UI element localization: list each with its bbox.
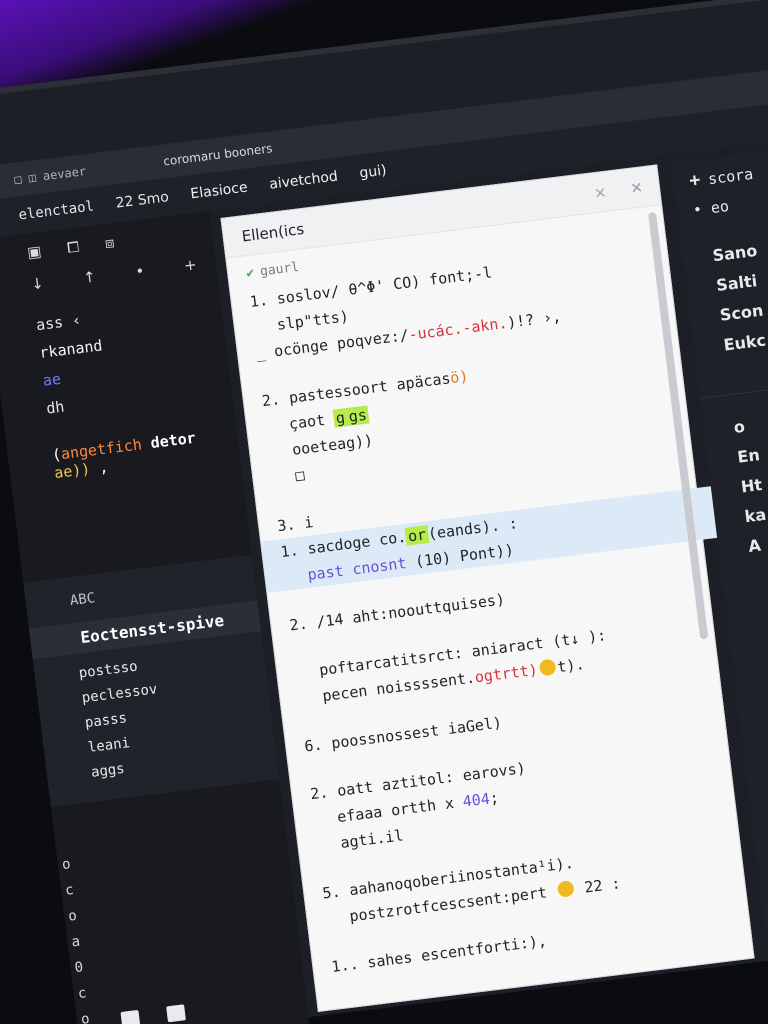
code-block: 2. pastessoort apäcasö) çaot g gs ooeteag… xyxy=(260,337,690,491)
punct: , xyxy=(98,457,110,477)
code-text: ; xyxy=(488,788,500,808)
folder-icon[interactable]: ⧠ xyxy=(66,238,80,257)
code-text: or xyxy=(404,525,430,546)
code-text: ogtrtt) xyxy=(473,660,539,687)
sidebar-section: ABC Eoctensst-spive postsso peclessov pa… xyxy=(23,554,280,808)
window-title: coromaru booners xyxy=(162,141,274,169)
right-panel-list: Sano Salti Scon Eukc xyxy=(678,201,768,365)
code-text: 404 xyxy=(461,789,491,811)
screen: ⛉ ♡ ⚙ □ ◫ aevaer coromaru booners elenct… xyxy=(0,0,768,1024)
arrow-up-icon[interactable]: ↑ xyxy=(82,268,97,287)
code-text: 22 : xyxy=(583,874,622,897)
code-text: ö) xyxy=(449,367,470,388)
layers-icon[interactable]: ⧈ xyxy=(104,233,116,252)
code-editor[interactable]: Ellen(ics × ✕ ✔ gaurl 1. soslov/ θ^Φ' CO)… xyxy=(220,164,755,1013)
terminal-icon[interactable] xyxy=(120,1009,141,1024)
code-text: cnosnt xyxy=(351,553,408,579)
app-name: elenctaol xyxy=(17,198,95,224)
right-panel-item[interactable]: Sano xyxy=(711,224,768,271)
menu-item-elasioce[interactable]: Elasioce xyxy=(190,180,249,203)
arrow-down-icon[interactable]: ↓ xyxy=(30,274,45,293)
code-text: )!? ›, xyxy=(506,307,563,332)
argument: ae)) xyxy=(53,459,92,483)
code-text: -akn. xyxy=(461,313,509,338)
minimize-icon[interactable]: × xyxy=(593,182,608,201)
code-text: gs xyxy=(345,405,370,427)
plus-icon[interactable]: + xyxy=(183,255,198,274)
app-window: □ ◫ aevaer coromaru booners elenctaol 22… xyxy=(0,0,768,1024)
panel-icon[interactable] xyxy=(166,1004,186,1023)
check-icon: ✔ xyxy=(245,265,256,282)
file-icon[interactable]: ▣ xyxy=(26,242,42,262)
code-text: past xyxy=(306,561,345,584)
breadcrumb[interactable]: □ ◫ aevaer xyxy=(13,164,86,187)
code-text: -ucác. xyxy=(407,319,464,344)
keyword: detor xyxy=(149,428,197,453)
dot-icon[interactable]: • xyxy=(134,262,145,281)
menu-item-aivetchod[interactable]: aivetchod xyxy=(268,168,338,192)
gutter-mark: 0 xyxy=(73,959,85,977)
gutter-mark: c xyxy=(76,985,88,1003)
plus-icon[interactable]: + xyxy=(688,169,701,191)
gutter-mark: c xyxy=(64,881,75,899)
gutter-mark: a xyxy=(70,933,81,951)
gutter-mark: o xyxy=(80,1010,91,1024)
close-icon[interactable]: ✕ xyxy=(629,178,644,197)
gutter-mark: o xyxy=(67,907,78,925)
window-controls: × ✕ xyxy=(593,178,644,202)
file-count: 22 Smo xyxy=(114,189,170,212)
editor-tab-label[interactable]: Ellen(ics xyxy=(241,219,305,244)
sidebar-list: postsso peclessov passs leani aggs xyxy=(76,631,277,786)
emoji-icon xyxy=(538,658,557,677)
menu-item-gui[interactable]: gui) xyxy=(359,162,388,181)
radio-icon[interactable]: o xyxy=(732,396,768,443)
gutter-mark: o xyxy=(61,856,72,874)
code-text: t). xyxy=(556,655,586,677)
emoji-icon xyxy=(556,880,575,898)
code-text: çaot xyxy=(287,410,327,434)
sidebar-bottom-bar xyxy=(120,1004,186,1024)
